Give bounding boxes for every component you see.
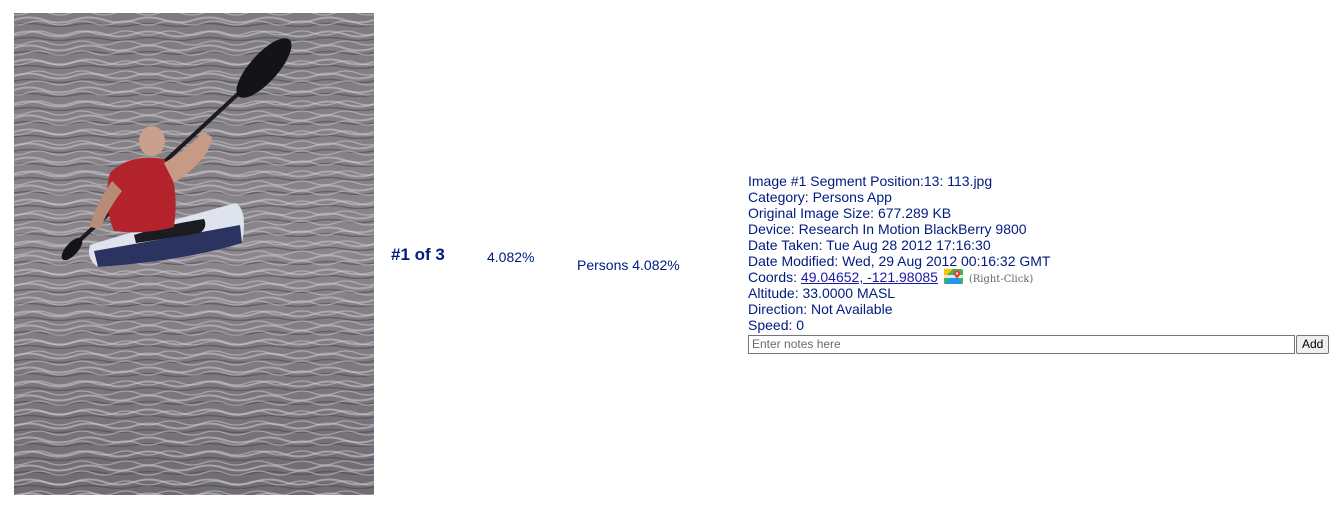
category-score: Persons 4.082% xyxy=(577,257,680,273)
coords-line: Coords: 49.04652, -121.98085 (Right-Clic… xyxy=(748,269,1332,285)
notes-row: Add xyxy=(748,334,1332,354)
altitude-line: Altitude: 33.0000 MASL xyxy=(748,285,896,301)
right-click-hint: (Right-Click) xyxy=(968,274,1034,285)
add-note-button[interactable]: Add xyxy=(1296,334,1330,354)
speed-line: Speed: 0 xyxy=(748,317,805,333)
google-maps-icon[interactable] xyxy=(943,269,963,284)
image-name-line: Image #1 Segment Position:13: 113.jpg xyxy=(748,173,993,189)
kayak-photo[interactable] xyxy=(14,13,374,495)
category-line: Category: Persons App xyxy=(748,189,892,205)
notes-input[interactable] xyxy=(748,334,1295,354)
coords-label: Coords: xyxy=(748,269,798,285)
search-result-page: #1 of 3 4.082% Persons 4.082% Image #1 S… xyxy=(0,0,1340,506)
coords-link[interactable]: 49.04652, -121.98085 xyxy=(801,269,938,285)
date-modified-line: Date Modified: Wed, 29 Aug 2012 00:16:32… xyxy=(748,253,1051,269)
result-rank: #1 of 3 xyxy=(391,245,445,264)
date-taken-line: Date Taken: Tue Aug 28 2012 17:16:30 xyxy=(748,237,991,253)
image-metadata: Image #1 Segment Position:13: 113.jpg Ca… xyxy=(748,173,1332,354)
device-line: Device: Research In Motion BlackBerry 98… xyxy=(748,221,1027,237)
direction-line: Direction: Not Available xyxy=(748,301,893,317)
image-size-line: Original Image Size: 677.289 KB xyxy=(748,205,952,221)
match-score: 4.082% xyxy=(487,249,535,265)
